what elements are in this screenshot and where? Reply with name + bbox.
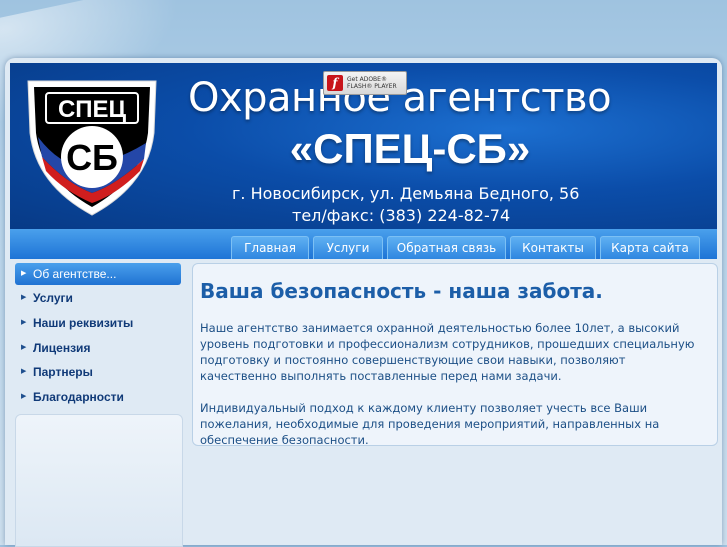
content-paragraph-2: Индивидуальный подход к каждому клиенту … <box>200 401 660 447</box>
sidebar-item-label: Услуги <box>33 291 73 305</box>
site-title-line2: «СПЕЦ-СБ» <box>289 125 531 172</box>
sidebar-item-label: Об агентстве... <box>33 267 117 281</box>
company-address: г. Новосибирск, ул. Демьяна Бедного, 56 <box>232 184 580 203</box>
sidebar-item-label: Наши реквизиты <box>33 316 134 330</box>
triangle-right-icon: ▶ <box>21 393 27 400</box>
nav-item-services[interactable]: Услуги <box>313 236 383 259</box>
company-phone: тел/факс: (383) 224-82-74 <box>292 206 511 225</box>
triangle-right-icon: ▶ <box>21 294 27 301</box>
shield-logo-icon[interactable]: СПЕЦ СБ <box>24 73 160 219</box>
nav-item-home[interactable]: Главная <box>231 236 309 259</box>
page-title: Ваша безопасность - наша забота. <box>200 279 603 303</box>
logo-text-main: СБ <box>66 137 118 178</box>
triangle-right-icon: ▶ <box>21 270 27 277</box>
nav-item-feedback[interactable]: Обратная связь <box>387 236 506 259</box>
nav-item-contacts[interactable]: Контакты <box>510 236 596 259</box>
triangle-right-icon: ▶ <box>21 368 27 375</box>
triangle-right-icon: ▶ <box>21 319 27 326</box>
sidebar-item-about[interactable]: ▶ Об агентстве... <box>15 263 181 285</box>
flash-badge-text: Get ADOBE® FLASH® PLAYER <box>347 76 397 90</box>
sidebar-item-label: Лицензия <box>33 341 91 355</box>
flash-player-icon: f <box>327 75 343 91</box>
site-title-line1: Охранное агентство <box>188 75 612 121</box>
sidebar-item-label: Партнеры <box>33 365 93 379</box>
nav-item-sitemap[interactable]: Карта сайта <box>600 236 700 259</box>
sidebar-empty-box <box>15 414 183 547</box>
triangle-right-icon: ▶ <box>21 344 27 351</box>
flash-badge-line2: FLASH® PLAYER <box>347 83 397 90</box>
sidebar-item-thanks[interactable]: ▶ Благодарности <box>15 386 181 408</box>
flash-player-badge[interactable]: f Get ADOBE® FLASH® PLAYER <box>323 71 407 95</box>
sidebar-item-services[interactable]: ▶ Услуги <box>15 287 181 309</box>
sidebar-item-requisites[interactable]: ▶ Наши реквизиты <box>15 312 181 334</box>
sidebar-item-license[interactable]: ▶ Лицензия <box>15 337 181 359</box>
sidebar-item-partners[interactable]: ▶ Партнеры <box>15 361 181 383</box>
content-paragraph-1: Наше агентство занимается охранной деяте… <box>200 321 695 383</box>
logo-text-top: СПЕЦ <box>58 96 127 123</box>
sidebar-item-label: Благодарности <box>33 390 124 404</box>
flash-badge-line1: Get ADOBE® <box>347 76 387 83</box>
